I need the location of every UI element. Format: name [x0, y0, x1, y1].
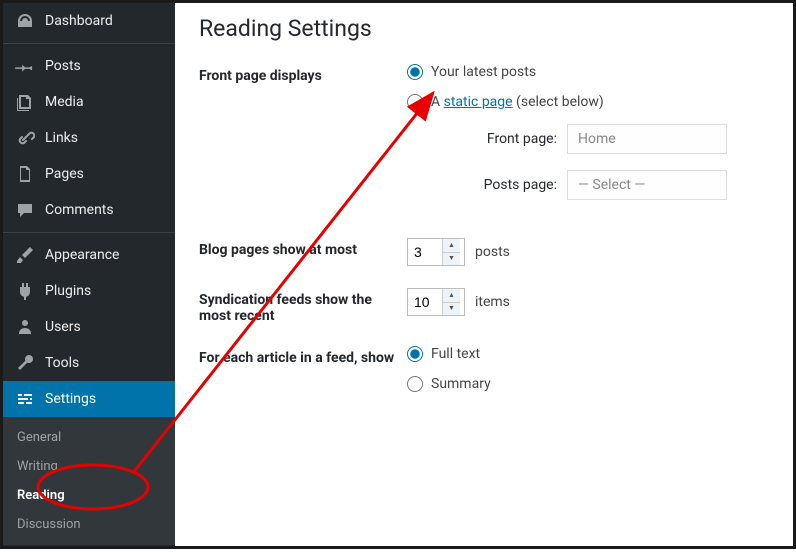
sidebar-label: Posts: [45, 58, 81, 74]
row-syndication: Syndication feeds show the most recent ▲…: [199, 288, 769, 324]
sidebar-label: Comments: [45, 202, 114, 218]
radio-full-text[interactable]: Full text: [407, 346, 769, 362]
static-suffix: (select below): [513, 94, 604, 110]
sidebar-label: Appearance: [45, 247, 119, 263]
spinner-down-icon[interactable]: ▼: [443, 253, 460, 266]
posts-page-select[interactable]: — Select —: [567, 170, 727, 200]
front-page-select-value: Home: [578, 131, 616, 147]
sidebar-item-appearance[interactable]: Appearance: [3, 232, 175, 273]
radio-static-page-input[interactable]: [407, 94, 423, 110]
front-page-options: Your latest posts A static page (select …: [407, 64, 769, 216]
sidebar-item-media[interactable]: Media: [3, 84, 175, 120]
front-page-select[interactable]: Home: [567, 124, 727, 154]
row-front-page-displays: Front page displays Your latest posts A …: [199, 64, 769, 216]
submenu-item-writing[interactable]: Writing: [3, 452, 175, 481]
sidebar-item-settings[interactable]: Settings: [3, 381, 175, 417]
front-page-select-row: Front page: Home: [467, 124, 769, 154]
sidebar-label: Users: [45, 319, 81, 335]
syndication-control: ▲ ▼ items: [407, 288, 769, 316]
posts-page-select-label: Posts page:: [467, 177, 557, 193]
wrench-icon: [15, 353, 35, 373]
syndication-spinner: ▲ ▼: [442, 289, 460, 315]
posts-page-select-value: — Select —: [578, 177, 645, 193]
sidebar-item-links[interactable]: Links: [3, 120, 175, 156]
sidebar-label: Plugins: [45, 283, 91, 299]
feed-article-label: For each article in a feed, show: [199, 346, 407, 366]
submenu-item-discussion[interactable]: Discussion: [3, 510, 175, 539]
front-page-select-label: Front page:: [467, 131, 557, 147]
admin-sidebar: Dashboard Posts Media Links Pages Commen…: [3, 3, 175, 546]
sidebar-item-tools[interactable]: Tools: [3, 345, 175, 381]
static-page-link[interactable]: static page: [444, 94, 513, 110]
media-icon: [15, 92, 35, 112]
sidebar-item-plugins[interactable]: Plugins: [3, 273, 175, 309]
page-icon: [15, 164, 35, 184]
radio-static-page[interactable]: A static page (select below): [407, 94, 769, 110]
sidebar-label: Links: [45, 130, 78, 146]
submenu-item-reading[interactable]: Reading: [3, 481, 175, 510]
feed-article-options: Full text Summary: [407, 346, 769, 406]
user-icon: [15, 317, 35, 337]
front-page-label: Front page displays: [199, 64, 407, 84]
sidebar-label: Settings: [45, 391, 96, 407]
syndication-number: ▲ ▼: [407, 288, 465, 316]
comment-icon: [15, 200, 35, 220]
link-icon: [15, 128, 35, 148]
radio-summary-label: Summary: [431, 376, 491, 392]
static-prefix: A: [431, 94, 444, 110]
sliders-icon: [15, 389, 35, 409]
sidebar-label: Pages: [45, 166, 84, 182]
sidebar-label: Dashboard: [45, 13, 113, 29]
sidebar-item-users[interactable]: Users: [3, 309, 175, 345]
spinner-up-icon[interactable]: ▲: [443, 239, 460, 253]
radio-latest-posts-label: Your latest posts: [431, 64, 536, 80]
plug-icon: [15, 281, 35, 301]
pin-icon: [15, 56, 35, 76]
syndication-input[interactable]: [408, 290, 442, 314]
syndication-label: Syndication feeds show the most recent: [199, 288, 407, 324]
posts-page-select-row: Posts page: — Select —: [467, 170, 769, 200]
blog-pages-control: ▲ ▼ posts: [407, 238, 769, 266]
radio-latest-posts-input[interactable]: [407, 64, 423, 80]
brush-icon: [15, 245, 35, 265]
spinner-up-icon[interactable]: ▲: [443, 289, 460, 303]
sidebar-label: Media: [45, 94, 84, 110]
settings-content: Reading Settings Front page displays You…: [175, 3, 793, 546]
row-blog-pages: Blog pages show at most ▲ ▼ posts: [199, 238, 769, 266]
blog-pages-label: Blog pages show at most: [199, 238, 407, 258]
submenu-item-general[interactable]: General: [3, 423, 175, 452]
page-title: Reading Settings: [199, 15, 769, 42]
radio-static-page-label: A static page (select below): [431, 94, 604, 110]
admin-frame: Dashboard Posts Media Links Pages Commen…: [0, 0, 796, 549]
syndication-unit: items: [475, 294, 510, 310]
settings-submenu: General Writing Reading Discussion: [3, 417, 175, 545]
dashboard-icon: [15, 11, 35, 31]
sidebar-label: Tools: [45, 355, 79, 371]
spinner-down-icon[interactable]: ▼: [443, 303, 460, 316]
radio-full-text-label: Full text: [431, 346, 480, 362]
blog-pages-spinner: ▲ ▼: [442, 239, 460, 265]
blog-pages-unit: posts: [475, 244, 510, 260]
blog-pages-number: ▲ ▼: [407, 238, 465, 266]
blog-pages-input[interactable]: [408, 240, 442, 264]
sidebar-item-pages[interactable]: Pages: [3, 156, 175, 192]
radio-summary[interactable]: Summary: [407, 376, 769, 392]
radio-latest-posts[interactable]: Your latest posts: [407, 64, 769, 80]
sidebar-item-dashboard[interactable]: Dashboard: [3, 3, 175, 39]
sidebar-item-comments[interactable]: Comments: [3, 192, 175, 228]
sidebar-item-posts[interactable]: Posts: [3, 43, 175, 84]
row-feed-article: For each article in a feed, show Full te…: [199, 346, 769, 406]
radio-full-text-input[interactable]: [407, 346, 423, 362]
radio-summary-input[interactable]: [407, 376, 423, 392]
